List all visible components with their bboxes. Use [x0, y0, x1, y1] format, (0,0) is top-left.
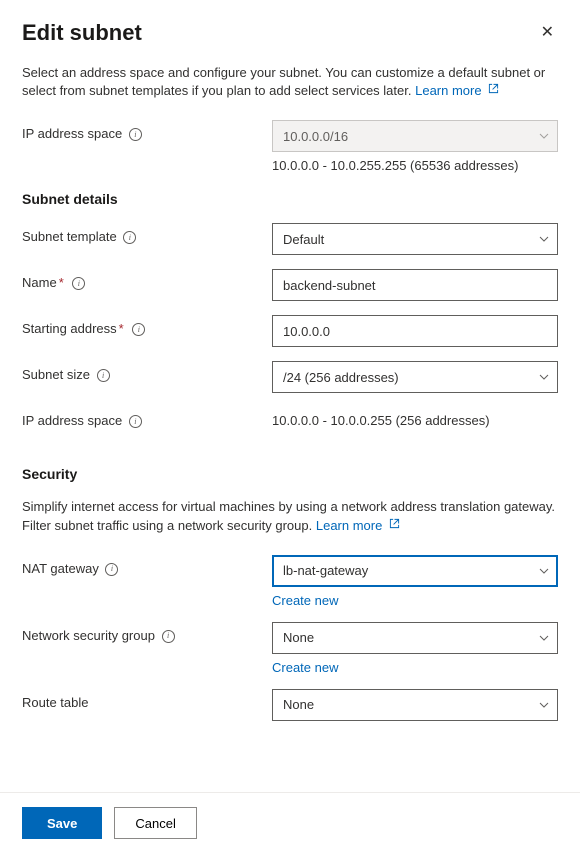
- ip-space-helper: 10.0.0.0 - 10.0.255.255 (65536 addresses…: [272, 156, 558, 173]
- starting-address-label: Starting address* i: [22, 315, 272, 336]
- route-table-select[interactable]: None: [272, 689, 558, 721]
- info-icon[interactable]: i: [97, 369, 110, 382]
- subnet-details-heading: Subnet details: [22, 191, 558, 207]
- external-link-icon: [389, 518, 400, 529]
- info-icon[interactable]: i: [132, 323, 145, 336]
- intro-text: Select an address space and configure yo…: [22, 64, 558, 100]
- learn-more-link[interactable]: Learn more: [415, 83, 499, 98]
- subnet-ip-space-label: IP address space i: [22, 407, 272, 428]
- page-title: Edit subnet: [22, 20, 142, 46]
- external-link-icon: [488, 83, 499, 94]
- info-icon[interactable]: i: [105, 563, 118, 576]
- ip-address-space-label: IP address space i: [22, 120, 272, 141]
- nat-gateway-create-new-link[interactable]: Create new: [272, 593, 338, 608]
- info-icon[interactable]: i: [129, 128, 142, 141]
- security-learn-more-link[interactable]: Learn more: [316, 518, 400, 533]
- security-heading: Security: [22, 466, 558, 482]
- nat-gateway-select[interactable]: lb-nat-gateway: [272, 555, 558, 587]
- nsg-label: Network security group i: [22, 622, 272, 643]
- ip-address-space-select: 10.0.0.0/16: [272, 120, 558, 152]
- subnet-template-label: Subnet template i: [22, 223, 272, 244]
- cancel-button[interactable]: Cancel: [114, 807, 196, 839]
- save-button[interactable]: Save: [22, 807, 102, 839]
- footer: Save Cancel: [0, 792, 580, 853]
- info-icon[interactable]: i: [123, 231, 136, 244]
- info-icon[interactable]: i: [72, 277, 85, 290]
- nsg-select[interactable]: None: [272, 622, 558, 654]
- info-icon[interactable]: i: [162, 630, 175, 643]
- subnet-template-select[interactable]: Default: [272, 223, 558, 255]
- route-table-label: Route table: [22, 689, 272, 710]
- close-icon[interactable]: ✕: [537, 20, 558, 44]
- name-input[interactable]: [272, 269, 558, 301]
- security-intro: Simplify internet access for virtual mac…: [22, 498, 558, 534]
- subnet-size-select[interactable]: /24 (256 addresses): [272, 361, 558, 393]
- nsg-create-new-link[interactable]: Create new: [272, 660, 338, 675]
- nat-gateway-label: NAT gateway i: [22, 555, 272, 576]
- info-icon[interactable]: i: [129, 415, 142, 428]
- name-label: Name* i: [22, 269, 272, 290]
- subnet-size-label: Subnet size i: [22, 361, 272, 382]
- starting-address-input[interactable]: [272, 315, 558, 347]
- subnet-ip-space-value: 10.0.0.0 - 10.0.0.255 (256 addresses): [272, 413, 490, 428]
